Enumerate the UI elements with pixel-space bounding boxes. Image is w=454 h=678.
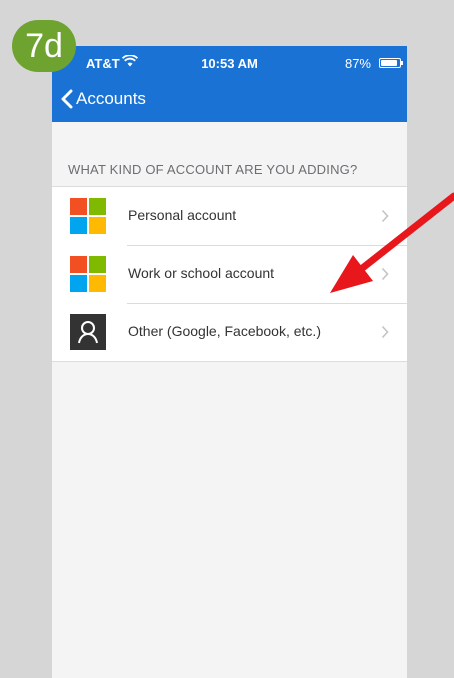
status-bar: AT&T 10:53 AM 87% [52,46,407,80]
account-type-list: Personal account Work or school account [52,186,407,362]
back-label: Accounts [76,89,146,108]
row-label: Personal account [128,207,237,223]
personal-account-row[interactable]: Personal account [52,187,407,245]
person-icon [70,314,106,350]
app-header: AT&T 10:53 AM 87% Accounts [52,46,407,122]
microsoft-logo-icon [70,256,106,292]
chevron-right-icon [381,325,389,339]
step-badge: 7d [12,20,76,72]
chevron-left-icon [61,89,73,109]
phone-screen: AT&T 10:53 AM 87% Accounts WHAT KIND OF … [52,46,407,678]
battery-percent: 87% [344,56,371,71]
microsoft-logo-icon [70,198,106,234]
back-button[interactable]: Accounts [60,86,146,112]
section-header: WHAT KIND OF ACCOUNT ARE YOU ADDING? [68,162,358,177]
chevron-right-icon [381,209,389,223]
row-label: Work or school account [128,265,275,281]
row-label: Other (Google, Facebook, etc.) [128,323,321,339]
other-account-row[interactable]: Other (Google, Facebook, etc.) [52,303,407,361]
battery-icon [379,58,403,68]
chevron-right-icon [381,267,389,281]
nav-bar: Accounts [52,84,407,114]
work-or-school-account-row[interactable]: Work or school account [52,245,407,303]
